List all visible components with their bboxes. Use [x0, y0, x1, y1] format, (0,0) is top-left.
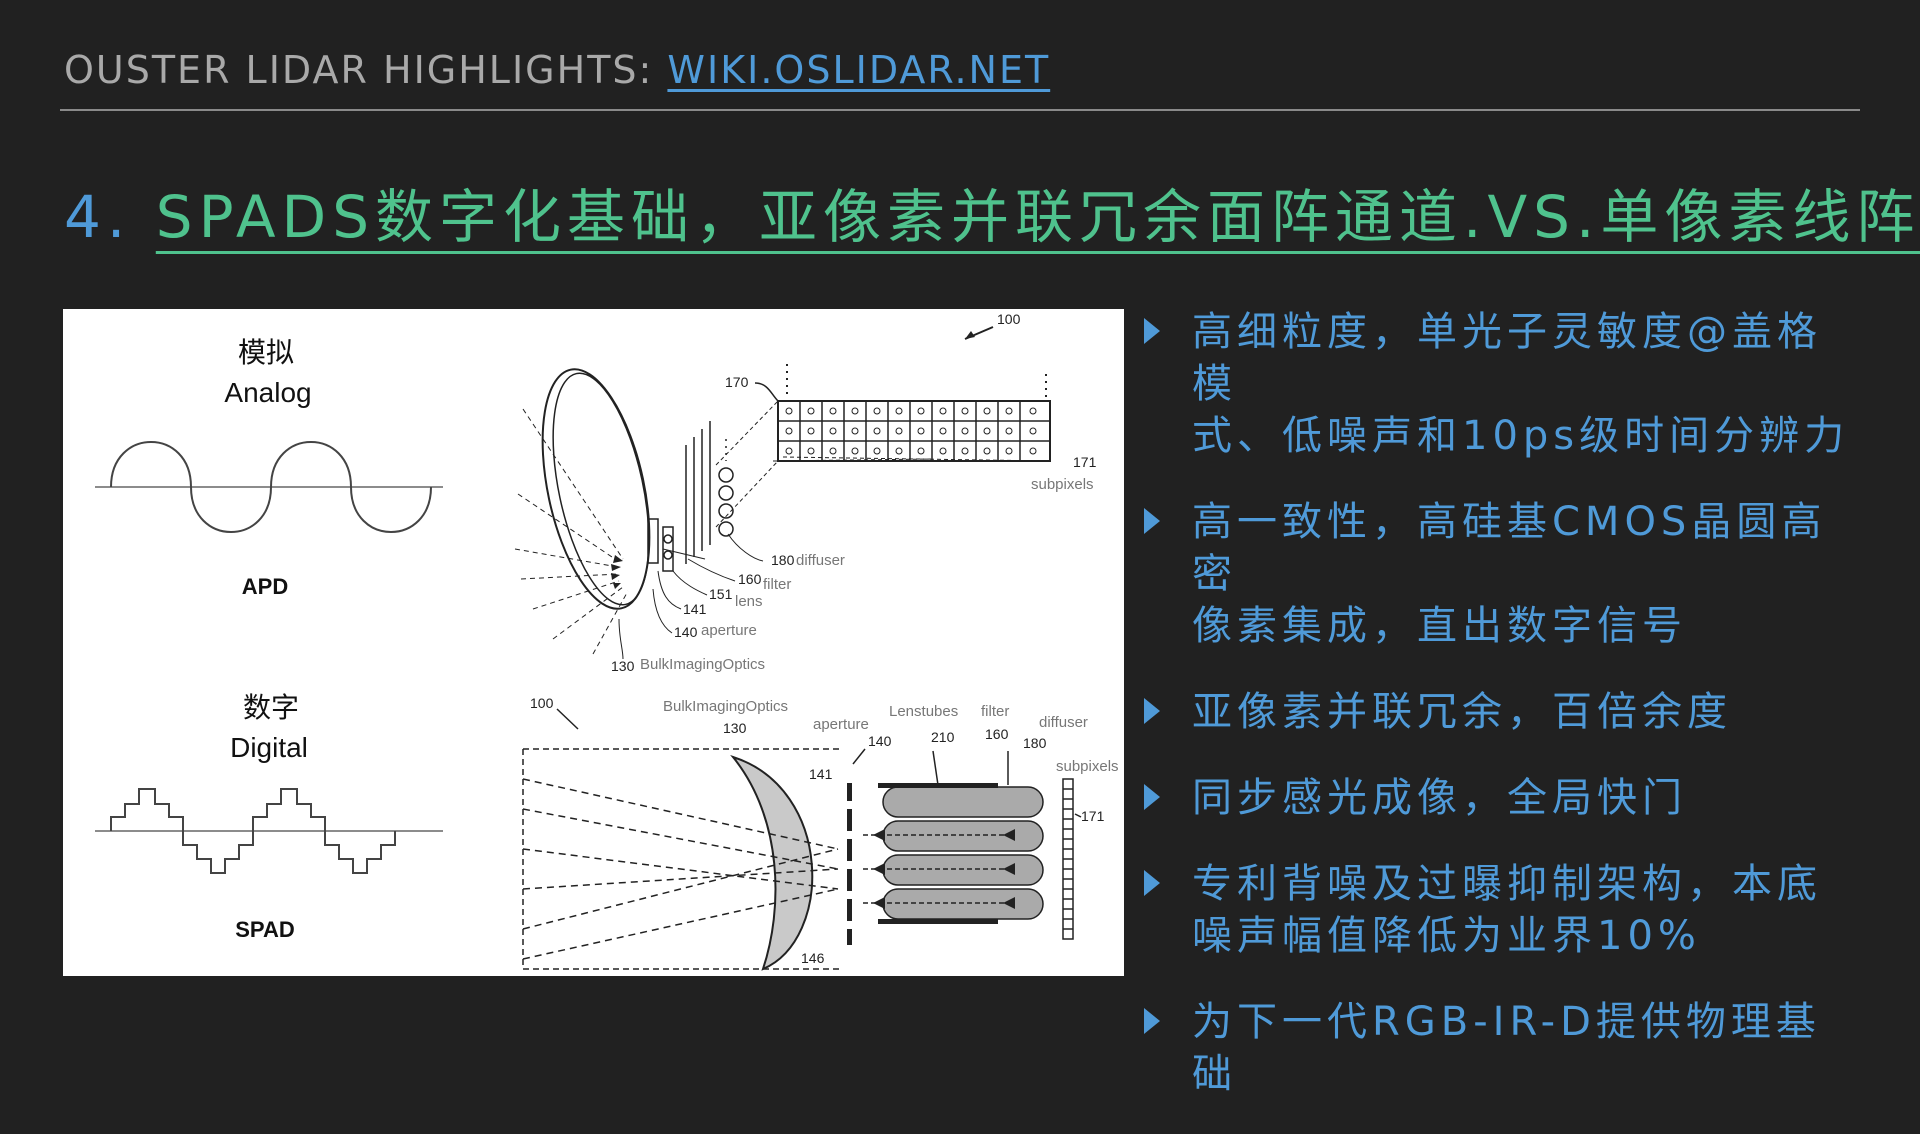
triangle-bullet-icon	[1144, 508, 1160, 534]
label-diffuser-bottom: diffuser	[1039, 714, 1088, 731]
label-optics-top: BulkImagingOptics	[640, 656, 765, 673]
bullet-line: 专利背噪及过曝抑制架构，本底	[1192, 861, 1822, 907]
slide-title: 4. SPADS数字化基础，亚像素并联冗余面阵通道.VS.单像素线阵	[64, 170, 1920, 254]
triangle-bullet-icon	[1144, 870, 1160, 896]
digital-cn-label: 数字	[243, 692, 299, 723]
header-link[interactable]: WIKI.OSLIDAR.NET	[667, 48, 1050, 92]
bullet-line: 高细粒度，单光子灵敏度@盖格模	[1192, 309, 1822, 407]
label-subpixels: subpixels	[1031, 476, 1094, 493]
patent-bottom-ref: 100	[530, 695, 554, 711]
ref-146: 146	[801, 950, 825, 966]
header-divider	[60, 109, 1860, 111]
ref-141-bottom: 141	[809, 766, 833, 782]
figure-panel: 模拟 Analog APD 数字 Digital SPAD 100 170 17…	[63, 309, 1124, 976]
bullet-line: 高一致性，高硅基CMOS晶圆高密	[1192, 499, 1827, 597]
ref-141-top: 141	[683, 601, 707, 617]
bullet-list: 高细粒度，单光子灵敏度@盖格模 式、低噪声和10ps级时间分辨力 高一致性，高硅…	[1140, 306, 1860, 1134]
bullet-line: 式、低噪声和10ps级时间分辨力	[1192, 413, 1850, 459]
bullet-item: 专利背噪及过曝抑制架构，本底 噪声幅值降低为业界10%	[1140, 858, 1860, 962]
label-aperture-top: aperture	[701, 622, 757, 639]
bullet-line: 为下一代RGB-IR-D提供物理基础	[1192, 999, 1821, 1097]
bullet-line: 像素集成，直出数字信号	[1192, 603, 1687, 649]
bullet-item: 高一致性，高硅基CMOS晶圆高密 像素集成，直出数字信号	[1140, 496, 1860, 652]
bullet-item: 亚像素并联冗余，百倍余度	[1140, 686, 1860, 738]
ref-180: 180	[771, 552, 795, 568]
header-prefix: OUSTER LIDAR HIGHLIGHTS:	[64, 48, 668, 92]
bullet-line: 亚像素并联冗余，百倍余度	[1192, 689, 1732, 735]
ref-130-top: 130	[611, 658, 635, 674]
figure-diagram: 模拟 Analog APD 数字 Digital SPAD 100 170 17…	[95, 311, 1119, 971]
bullet-item: 同步感光成像，全局快门	[1140, 772, 1860, 824]
ref-170: 170	[725, 374, 749, 390]
digital-en-label: Digital	[230, 732, 308, 763]
label-filter-bottom: filter	[981, 703, 1009, 720]
analog-device-label: APD	[242, 574, 288, 599]
triangle-bullet-icon	[1144, 698, 1160, 724]
ref-151: 151	[709, 586, 733, 602]
ref-130-bottom: 130	[723, 720, 747, 736]
ref-160-top: 160	[738, 571, 762, 587]
label-lenstubes: Lenstubes	[889, 703, 958, 720]
header: OUSTER LIDAR HIGHLIGHTS: WIKI.OSLIDAR.NE…	[64, 48, 1050, 92]
label-aperture-bottom: aperture	[813, 716, 869, 733]
bullet-item: 为下一代RGB-IR-D提供物理基础	[1140, 996, 1860, 1100]
analog-en-label: Analog	[224, 377, 311, 408]
triangle-bullet-icon	[1144, 1008, 1160, 1034]
patent-bottom-diagram: 100 BulkImagingOptics 130 aperture 140 L…	[522, 695, 1119, 971]
label-optics-bottom: BulkImagingOptics	[663, 698, 788, 715]
bullet-line: 噪声幅值降低为业界10%	[1192, 913, 1701, 959]
label-filter-top: filter	[763, 576, 791, 593]
ref-140-bottom: 140	[868, 733, 892, 749]
ref-140-top: 140	[674, 624, 698, 640]
analog-cn-label: 模拟	[238, 337, 294, 368]
bullet-line: 同步感光成像，全局快门	[1192, 775, 1687, 821]
bullet-item: 高细粒度，单光子灵敏度@盖格模 式、低噪声和10ps级时间分辨力	[1140, 306, 1860, 462]
title-number: 4.	[64, 183, 132, 251]
label-diffuser-top: diffuser	[796, 552, 845, 569]
digital-device-label: SPAD	[235, 917, 295, 942]
ref-180-bottom: 180	[1023, 735, 1047, 751]
ref-171-bottom: 171	[1081, 808, 1105, 824]
ref-171: 171	[1073, 454, 1097, 470]
title-text: SPADS数字化基础，亚像素并联冗余面阵通道.VS.单像素线阵	[155, 183, 1920, 251]
label-subpixels-bottom: subpixels	[1056, 758, 1119, 775]
patent-top-ref: 100	[997, 311, 1021, 327]
label-lens: lens	[735, 593, 763, 610]
patent-top-diagram: 100 170 171 subpixels 180 diffuser 160 f…	[514, 311, 1097, 674]
ref-210: 210	[931, 729, 955, 745]
ref-160-bottom: 160	[985, 726, 1009, 742]
triangle-bullet-icon	[1144, 784, 1160, 810]
triangle-bullet-icon	[1144, 318, 1160, 344]
